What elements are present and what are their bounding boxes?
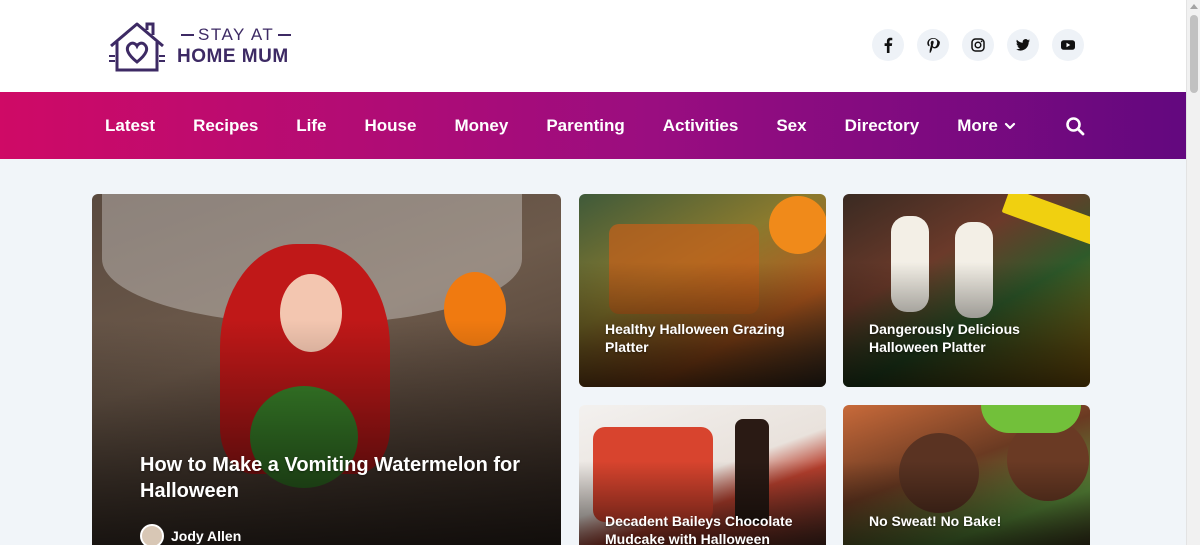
nav-item-house[interactable]: House (365, 116, 417, 136)
facebook-icon (884, 37, 893, 53)
pumpkin-lantern (769, 196, 826, 254)
youtube-icon (1061, 40, 1075, 50)
featured-gradient-overlay (92, 320, 561, 545)
nav-item-latest[interactable]: Latest (105, 116, 155, 136)
logo-line-1: STAY AT (177, 25, 295, 45)
scrollbar-thumb[interactable] (1190, 15, 1198, 93)
nav-item-money[interactable]: Money (454, 116, 508, 136)
chevron-down-icon (1004, 122, 1015, 129)
article-card[interactable]: No Sweat! No Bake! (843, 405, 1090, 545)
article-card-title[interactable]: No Sweat! No Bake! (869, 512, 1074, 530)
social-links (872, 29, 1084, 61)
pinterest-icon (927, 38, 940, 53)
article-card-title[interactable]: Decadent Baileys Chocolate Mudcake with … (605, 512, 810, 545)
youtube-link[interactable] (1052, 29, 1084, 61)
nav-more-label: More (957, 115, 998, 135)
site-header: STAY AT HOME MUM (0, 0, 1186, 92)
nav-item-more[interactable]: More (957, 116, 1016, 136)
facebook-link[interactable] (872, 29, 904, 61)
author-name: Jody Allen (171, 528, 242, 544)
logo-dash-right (278, 33, 292, 36)
author-avatar (140, 524, 164, 545)
featured-article-title[interactable]: How to Make a Vomiting Watermelon for Ha… (140, 452, 530, 504)
logo-line-1-text: STAY AT (198, 24, 275, 44)
caution-tape (1001, 194, 1090, 247)
featured-article-card[interactable]: How to Make a Vomiting Watermelon for Ha… (92, 194, 561, 545)
twitter-icon (1016, 39, 1030, 51)
article-card[interactable]: Dangerously Delicious Halloween Platter (843, 194, 1090, 387)
page-scrollbar[interactable] (1186, 0, 1200, 545)
search-icon[interactable] (1065, 116, 1085, 136)
nav-items: Latest Recipes Life House Money Parentin… (105, 92, 1054, 159)
main-nav: Latest Recipes Life House Money Parentin… (0, 92, 1186, 159)
house-heart-logo-icon (109, 22, 165, 72)
twitter-link[interactable] (1007, 29, 1039, 61)
nav-item-activities[interactable]: Activities (663, 116, 739, 136)
scroll-up-arrow-icon[interactable] (1190, 4, 1198, 9)
nav-item-sex[interactable]: Sex (776, 116, 806, 136)
logo-wordmark: STAY AT HOME MUM (177, 25, 295, 68)
nav-item-parenting[interactable]: Parenting (546, 116, 624, 136)
site-logo[interactable]: STAY AT HOME MUM (105, 18, 295, 74)
logo-dash-left (181, 33, 194, 36)
pinterest-link[interactable] (917, 29, 949, 61)
cupcake (981, 405, 1081, 433)
article-card[interactable]: Decadent Baileys Chocolate Mudcake with … (579, 405, 826, 545)
author-byline[interactable]: Jody Allen (140, 524, 241, 545)
article-card[interactable]: Healthy Halloween Grazing Platter (579, 194, 826, 387)
logo-line-2: HOME MUM (177, 45, 289, 67)
article-card-title[interactable]: Healthy Halloween Grazing Platter (605, 320, 810, 356)
nav-item-recipes[interactable]: Recipes (193, 116, 258, 136)
article-card-title[interactable]: Dangerously Delicious Halloween Platter (869, 320, 1074, 356)
nav-item-life[interactable]: Life (296, 116, 326, 136)
instagram-icon (971, 38, 985, 52)
nav-item-directory[interactable]: Directory (845, 116, 920, 136)
instagram-link[interactable] (962, 29, 994, 61)
card-gradient-overlay (843, 461, 1090, 545)
